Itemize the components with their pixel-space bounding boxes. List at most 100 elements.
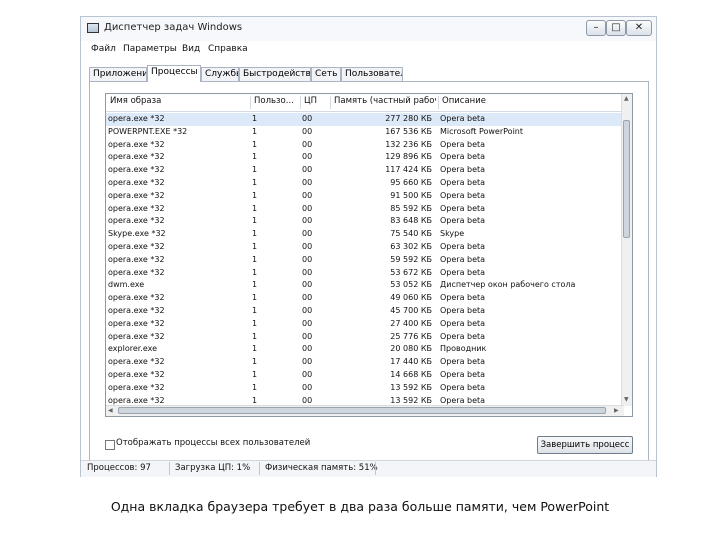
table-row[interactable]: opera.exe *32 1 00 132 236 КБ Opera beta <box>106 139 624 152</box>
table-row[interactable]: opera.exe *32 1 00 59 592 КБ Opera beta <box>106 254 624 267</box>
description-cell: Opera beta <box>440 305 486 315</box>
table-row[interactable]: opera.exe *32 1 00 49 060 КБ Opera beta <box>106 292 624 305</box>
menu-file[interactable]: Файл <box>91 44 116 54</box>
description-cell: Проводник <box>440 344 487 354</box>
process-name-cell: opera.exe *32 <box>108 139 165 149</box>
end-process-button[interactable]: Завершить процесс <box>537 436 633 454</box>
vertical-scrollbar[interactable]: ▲ ▼ <box>621 94 632 406</box>
process-name-cell: opera.exe *32 <box>108 114 165 123</box>
scroll-left-icon[interactable]: ◀ <box>108 407 113 415</box>
memory-cell: 59 592 КБ <box>390 254 432 264</box>
memory-cell: 25 776 КБ <box>390 331 432 341</box>
memory-cell: 45 700 КБ <box>390 305 432 315</box>
table-row[interactable]: opera.exe *32 1 00 14 668 КБ Opera beta <box>106 369 624 382</box>
cpu-cell: 00 <box>302 280 313 290</box>
scroll-down-icon[interactable]: ▼ <box>624 396 629 404</box>
table-row[interactable]: dwm.exe 1 00 53 052 КБ Диспетчер окон рабоче… <box>106 279 624 292</box>
column-header-row: Имя образа Пользо... ЦП Память (частный … <box>106 94 624 112</box>
cpu-cell: 00 <box>302 369 313 379</box>
minimize-button[interactable]: – <box>586 20 606 36</box>
cpu-cell: 00 <box>302 229 313 239</box>
process-name-cell: dwm.exe <box>108 280 145 290</box>
column-header-memory[interactable]: Память (частный рабочи... <box>334 96 436 106</box>
session-cell: 1 <box>252 280 258 290</box>
table-row[interactable]: opera.exe *32 1 00 13 592 КБ Opera beta <box>106 382 624 395</box>
table-row[interactable]: opera.exe *32 1 00 91 500 КБ Opera beta <box>106 190 624 203</box>
table-row[interactable]: POWERPNT.EXE *32 1 00 167 536 КБ Microsoft P… <box>106 126 624 139</box>
table-row[interactable]: opera.exe *32 1 00 45 700 КБ Opera beta <box>106 305 624 318</box>
memory-cell: 27 400 КБ <box>390 318 432 328</box>
table-row[interactable]: opera.exe *32 1 00 277 280 КБ Opera beta <box>106 113 624 126</box>
menu-options[interactable]: Параметры <box>123 44 177 54</box>
column-header-user[interactable]: Пользо... <box>254 96 298 106</box>
table-row[interactable]: opera.exe *32 1 00 129 896 КБ Opera beta <box>106 151 624 164</box>
menu-view[interactable]: Вид <box>182 44 200 54</box>
horizontal-scroll-thumb[interactable] <box>118 407 606 414</box>
session-cell: 1 <box>252 229 258 239</box>
description-cell: Opera beta <box>440 165 486 175</box>
close-button[interactable]: ✕ <box>626 20 652 36</box>
process-name-cell: opera.exe *32 <box>108 382 165 392</box>
maximize-button[interactable]: □ <box>606 20 626 36</box>
menu-help[interactable]: Справка <box>208 44 248 54</box>
description-cell: Диспетчер окон рабочего стола <box>440 280 576 290</box>
session-cell: 1 <box>252 331 258 341</box>
menu-bar: Файл Параметры Вид Справка <box>81 41 656 59</box>
table-row[interactable]: opera.exe *32 1 00 117 424 КБ Opera beta <box>106 164 624 177</box>
column-divider[interactable] <box>250 96 251 109</box>
description-cell: Opera beta <box>440 318 486 328</box>
description-cell: Opera beta <box>440 177 486 187</box>
session-cell: 1 <box>252 357 258 367</box>
memory-cell: 53 672 КБ <box>390 267 432 277</box>
memory-cell: 129 896 КБ <box>385 152 432 162</box>
memory-cell: 132 236 КБ <box>385 139 432 149</box>
session-cell: 1 <box>252 114 258 123</box>
show-all-users-checkbox[interactable] <box>105 440 115 450</box>
table-row[interactable]: opera.exe *32 1 00 85 592 КБ Opera beta <box>106 203 624 216</box>
process-name-cell: opera.exe *32 <box>108 241 165 251</box>
task-manager-window: Диспетчер задач Windows – □ ✕ Файл Парам… <box>80 16 657 477</box>
title-bar[interactable]: Диспетчер задач Windows – □ ✕ <box>81 17 656 41</box>
session-cell: 1 <box>252 126 258 136</box>
cpu-cell: 00 <box>302 114 313 123</box>
table-row[interactable]: opera.exe *32 1 00 83 648 КБ Opera beta <box>106 215 624 228</box>
column-header-cpu[interactable]: ЦП <box>304 96 328 106</box>
description-cell: Opera beta <box>440 152 486 162</box>
cpu-cell: 00 <box>302 152 313 162</box>
horizontal-scrollbar[interactable]: ◀ ▶ <box>106 405 624 416</box>
tab-services[interactable]: Службы <box>201 67 239 81</box>
tab-network[interactable]: Сеть <box>311 67 341 81</box>
tab-performance[interactable]: Быстродействие <box>239 67 311 81</box>
column-header-description[interactable]: Описание <box>442 96 612 106</box>
column-divider[interactable] <box>300 96 301 109</box>
cpu-cell: 00 <box>302 203 313 213</box>
column-divider[interactable] <box>330 96 331 109</box>
table-row[interactable]: opera.exe *32 1 00 63 302 КБ Opera beta <box>106 241 624 254</box>
cpu-cell: 00 <box>302 254 313 264</box>
description-cell: Skype <box>440 229 465 239</box>
tab-processes[interactable]: Процессы <box>147 65 201 82</box>
tab-applications[interactable]: Приложения <box>89 67 147 81</box>
scroll-up-icon[interactable]: ▲ <box>624 95 629 103</box>
column-divider[interactable] <box>438 96 439 109</box>
description-cell: Opera beta <box>440 331 486 341</box>
vertical-scroll-thumb[interactable] <box>623 120 630 238</box>
table-row[interactable]: opera.exe *32 1 00 27 400 КБ Opera beta <box>106 318 624 331</box>
table-row[interactable]: opera.exe *32 1 00 17 440 КБ Opera beta <box>106 356 624 369</box>
show-all-users-label[interactable]: Отображать процессы всех пользователей <box>116 438 310 448</box>
cpu-cell: 00 <box>302 357 313 367</box>
memory-cell: 85 592 КБ <box>390 203 432 213</box>
session-cell: 1 <box>252 344 258 354</box>
cpu-cell: 00 <box>302 165 313 175</box>
table-row[interactable]: opera.exe *32 1 00 53 672 КБ Opera beta <box>106 267 624 280</box>
process-list[interactable]: Имя образа Пользо... ЦП Память (частный … <box>105 93 633 417</box>
session-cell: 1 <box>252 382 258 392</box>
table-row[interactable]: opera.exe *32 1 00 95 660 КБ Opera beta <box>106 177 624 190</box>
tab-users[interactable]: Пользователи <box>341 67 403 81</box>
table-row[interactable]: Skype.exe *32 1 00 75 540 КБ Skype <box>106 228 624 241</box>
cpu-cell: 00 <box>302 190 313 200</box>
table-row[interactable]: opera.exe *32 1 00 25 776 КБ Opera beta <box>106 331 624 344</box>
scroll-right-icon[interactable]: ▶ <box>614 407 619 415</box>
table-row[interactable]: explorer.exe 1 00 20 080 КБ Проводник <box>106 343 624 356</box>
column-header-image-name[interactable]: Имя образа <box>110 96 248 106</box>
